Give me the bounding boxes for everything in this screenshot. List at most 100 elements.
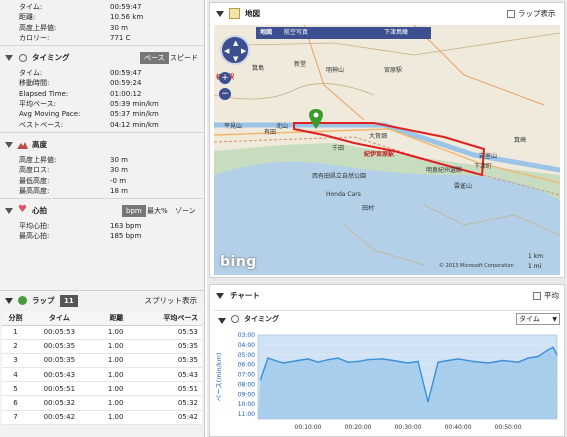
table-row[interactable]: 6 00:05:32 1.00 05:32: [2, 395, 202, 411]
pan-right-icon[interactable]: ▶: [241, 47, 246, 55]
timing-section: タイミング ペース スピード タイム: 00:59:47 移動時間: 00:59:24…: [0, 48, 204, 130]
laps-cell: 00:05:35: [29, 339, 90, 354]
elevation-title: 高度: [32, 139, 47, 149]
stat-value: 185 bpm: [110, 232, 142, 241]
pace-chart[interactable]: 03:00 04:00 05:00 06:00 07:00 08:00 09:00 10:00…: [212, 329, 562, 437]
stat-row: ベストペース: 04:12 min/km: [0, 120, 204, 130]
split-view-link[interactable]: スプリット表示: [145, 291, 198, 311]
map-place-label: 宮原駅: [384, 67, 403, 74]
average-checkbox[interactable]: [533, 292, 541, 300]
zoom-out-icon[interactable]: −: [219, 88, 231, 100]
stat-label: Elapsed Time:: [19, 89, 69, 98]
x-axis-select[interactable]: タイム ▼: [516, 313, 560, 325]
collapse-icon[interactable]: [216, 293, 224, 299]
laps-col-header[interactable]: 平均ペース: [127, 311, 202, 326]
zoom-in-icon[interactable]: +: [219, 72, 231, 84]
map-mode-road[interactable]: 地図: [260, 27, 272, 39]
table-row[interactable]: 4 00:05:43 1.00 05:43: [2, 367, 202, 383]
map-mode-birdseye[interactable]: 下津鳥瞰: [384, 27, 408, 39]
laps-col-header[interactable]: 分割: [2, 311, 29, 326]
timing-title: タイミング: [32, 53, 70, 63]
map-title: 地図: [245, 9, 260, 18]
stat-label: 最高高度:: [19, 186, 50, 195]
pace-point: [267, 357, 269, 359]
tab-zone[interactable]: ゾーン: [171, 205, 200, 217]
pace-point: [447, 359, 449, 362]
collapse-icon[interactable]: [216, 11, 224, 17]
laps-cell: 00:05:43: [29, 367, 90, 383]
x-tick-label: 00:10:00: [295, 424, 322, 431]
collapse-icon[interactable]: [5, 141, 13, 148]
map-place-label: 雲雀山: [454, 183, 473, 190]
stat-label: 距離:: [19, 13, 36, 22]
y-tick-label: 10:00: [238, 401, 255, 408]
pace-point: [457, 358, 459, 360]
tab-pace[interactable]: ペース: [140, 52, 169, 65]
map-place-label: 明恵紀州遺跡: [426, 167, 463, 174]
pace-point: [527, 357, 529, 359]
stat-row: 平均心拍: 163 bpm: [0, 221, 204, 231]
map-place-label: 明神山: [326, 67, 345, 74]
stat-value: 01:00:12: [110, 89, 142, 98]
start-marker-icon[interactable]: [309, 109, 323, 129]
pace-point: [347, 361, 349, 363]
collapse-icon[interactable]: [5, 208, 13, 215]
laps-cell: 00:05:51: [29, 381, 90, 397]
map-place-label: 大賀畑: [369, 133, 388, 140]
stat-row: 高度上昇値: 30 m: [0, 23, 204, 33]
map-mode-bar: 地図 航空写真 下津鳥瞰: [256, 27, 431, 39]
table-row[interactable]: 2 00:05:35 1.00 05:35: [2, 339, 202, 354]
stat-row: Avg Moving Pace: 05:37 min/km: [0, 109, 204, 119]
pace-point: [502, 359, 504, 362]
map-place-label: 西有田県立自然公園: [312, 173, 367, 180]
clock-icon: [19, 54, 27, 63]
map-place-label: 下津町: [474, 163, 493, 170]
laps-cell: 2: [2, 339, 29, 354]
collapse-icon[interactable]: [5, 55, 13, 62]
map-canvas[interactable]: 初島駅箕島新堂明神山宮原駅有田大賀畑紀伊宮原駅下津町岩室山箕崎明恵紀州遺跡千田北…: [214, 25, 560, 275]
laps-cell: 05:43: [127, 367, 202, 383]
table-row[interactable]: 3 00:05:35 1.00 05:35: [2, 353, 202, 369]
tab-speed[interactable]: スピード: [166, 52, 202, 64]
laps-cell: 05:42: [127, 410, 202, 425]
stat-row: 移動時間: 00:59:24: [0, 78, 204, 88]
stat-row: 距離: 10.56 km: [0, 12, 204, 22]
map-copyright: © 2013 Microsoft Corporation: [439, 263, 514, 269]
table-row[interactable]: 7 00:05:42 1.00 05:42: [2, 410, 202, 425]
lap-display-checkbox[interactable]: [507, 10, 515, 18]
pan-up-icon[interactable]: ▲: [233, 39, 238, 47]
collapse-icon[interactable]: [218, 318, 226, 324]
map-panel: 地図 ラップ表示 初島駅箕島新堂明神山宮原駅有田大賀畑紀伊宮原駅下津町岩室山箕崎…: [209, 2, 565, 278]
pace-point: [259, 378, 262, 381]
table-row[interactable]: 1 00:05:53 1.00 05:53: [2, 325, 202, 340]
left-column: タイム: 00:59:47 距離: 10.56 km 高度上昇値: 30 m カロリー: 77…: [0, 0, 205, 437]
map-mode-aerial[interactable]: 航空写真: [284, 27, 308, 39]
heart-icon: ♥: [18, 204, 27, 216]
map-nav-control[interactable]: ▲ ▼ ◀ ▶: [220, 35, 250, 65]
chart-title: チャート: [230, 291, 260, 300]
chart-subtitle: タイミング: [244, 315, 279, 323]
tab-max-percent[interactable]: 最大%: [143, 205, 172, 217]
pace-point: [392, 359, 394, 362]
laps-section: ラップ 11 スプリット表示 分割 タイム 距離 平均ペース 1 00:05:53 1.00…: [0, 290, 205, 437]
stat-value: 30 m: [110, 166, 128, 175]
pan-down-icon[interactable]: ▼: [233, 55, 238, 63]
map-place-label: Honda Cars: [326, 191, 361, 198]
scale-mi: 1 mi: [528, 263, 542, 270]
laps-col-header[interactable]: タイム: [29, 311, 90, 326]
pan-left-icon[interactable]: ◀: [224, 47, 229, 55]
y-tick-label: 06:00: [238, 362, 255, 369]
map-place-label: 北山: [276, 123, 289, 130]
y-axis-label: ペース(min/km): [215, 353, 223, 402]
collapse-icon[interactable]: [5, 298, 13, 304]
laps-cell: 05:32: [127, 395, 202, 411]
stat-value: 18 m: [110, 186, 128, 195]
laps-icon: [18, 296, 27, 305]
laps-cell: 05:35: [127, 339, 202, 354]
table-row[interactable]: 5 00:05:51 1.00 05:51: [2, 381, 202, 397]
laps-cell: 00:05:53: [29, 325, 90, 340]
laps-cell: 00:05:32: [29, 395, 90, 411]
laps-col-header[interactable]: 距離: [89, 311, 128, 326]
y-tick-label: 05:00: [238, 352, 255, 359]
stat-label: タイム:: [19, 69, 43, 78]
